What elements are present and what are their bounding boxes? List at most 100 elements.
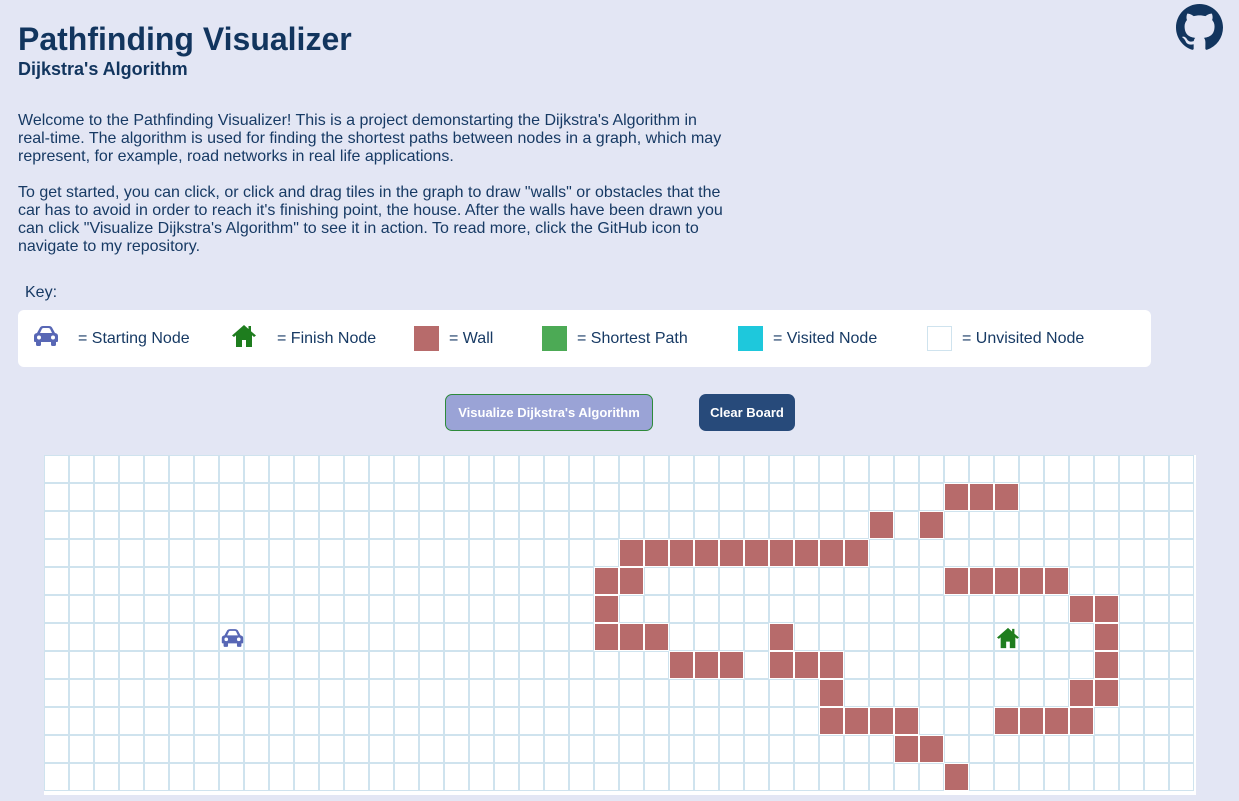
grid-cell[interactable] — [1169, 511, 1194, 539]
grid-cell[interactable] — [369, 539, 394, 567]
wall-cell[interactable] — [694, 651, 719, 679]
grid-cell[interactable] — [394, 651, 419, 679]
grid-cell[interactable] — [44, 595, 69, 623]
grid-cell[interactable] — [1119, 651, 1144, 679]
grid-cell[interactable] — [944, 455, 969, 483]
grid-cell[interactable] — [194, 679, 219, 707]
grid-cell[interactable] — [269, 595, 294, 623]
grid-cell[interactable] — [694, 763, 719, 791]
grid-cell[interactable] — [1019, 455, 1044, 483]
grid-cell[interactable] — [119, 595, 144, 623]
grid-cell[interactable] — [494, 567, 519, 595]
wall-cell[interactable] — [944, 763, 969, 791]
wall-cell[interactable] — [994, 483, 1019, 511]
grid-cell[interactable] — [1119, 483, 1144, 511]
grid-cell[interactable] — [1119, 707, 1144, 735]
grid-cell[interactable] — [1119, 623, 1144, 651]
grid-cell[interactable] — [719, 567, 744, 595]
wall-cell[interactable] — [869, 707, 894, 735]
grid-cell[interactable] — [1069, 483, 1094, 511]
wall-cell[interactable] — [819, 651, 844, 679]
grid-cell[interactable] — [1069, 511, 1094, 539]
grid-cell[interactable] — [894, 595, 919, 623]
grid-cell[interactable] — [719, 511, 744, 539]
grid-cell[interactable] — [569, 623, 594, 651]
grid-cell[interactable] — [394, 539, 419, 567]
grid-cell[interactable] — [1094, 763, 1119, 791]
grid-cell[interactable] — [1094, 735, 1119, 763]
grid-cell[interactable] — [269, 679, 294, 707]
grid-cell[interactable] — [119, 679, 144, 707]
house-icon[interactable] — [995, 624, 1020, 652]
grid-cell[interactable] — [244, 455, 269, 483]
grid-cell[interactable] — [544, 595, 569, 623]
grid-cell[interactable] — [94, 707, 119, 735]
wall-cell[interactable] — [794, 651, 819, 679]
grid-cell[interactable] — [519, 707, 544, 735]
grid-cell[interactable] — [1044, 595, 1069, 623]
grid-cell[interactable] — [444, 539, 469, 567]
grid-cell[interactable] — [294, 511, 319, 539]
grid-cell[interactable] — [694, 623, 719, 651]
grid-cell[interactable] — [769, 679, 794, 707]
grid-cell[interactable] — [294, 679, 319, 707]
wall-cell[interactable] — [669, 651, 694, 679]
grid-cell[interactable] — [744, 567, 769, 595]
grid-cell[interactable] — [419, 483, 444, 511]
grid-cell[interactable] — [219, 539, 244, 567]
grid-cell[interactable] — [44, 623, 69, 651]
grid-cell[interactable] — [694, 595, 719, 623]
grid-cell[interactable] — [1119, 455, 1144, 483]
grid-cell[interactable] — [794, 595, 819, 623]
grid-cell[interactable] — [244, 623, 269, 651]
grid-cell[interactable] — [194, 735, 219, 763]
grid-cell[interactable] — [1169, 763, 1194, 791]
grid-cell[interactable] — [444, 763, 469, 791]
grid-cell[interactable] — [1119, 567, 1144, 595]
grid-cell[interactable] — [119, 455, 144, 483]
grid-cell[interactable] — [269, 511, 294, 539]
grid-cell[interactable] — [969, 595, 994, 623]
wall-cell[interactable] — [944, 567, 969, 595]
grid-cell[interactable] — [294, 483, 319, 511]
grid-cell[interactable] — [394, 707, 419, 735]
grid-cell[interactable] — [569, 539, 594, 567]
grid-cell[interactable] — [269, 455, 294, 483]
grid-cell[interactable] — [919, 651, 944, 679]
grid-cell[interactable] — [819, 623, 844, 651]
grid-cell[interactable] — [644, 735, 669, 763]
grid-cell[interactable] — [169, 651, 194, 679]
grid-cell[interactable] — [44, 763, 69, 791]
grid-cell[interactable] — [719, 595, 744, 623]
grid-cell[interactable] — [819, 595, 844, 623]
grid-cell[interactable] — [1044, 539, 1069, 567]
grid-cell[interactable] — [1144, 679, 1169, 707]
wall-cell[interactable] — [969, 483, 994, 511]
grid-cell[interactable] — [244, 763, 269, 791]
grid-cell[interactable] — [1119, 595, 1144, 623]
wall-cell[interactable] — [819, 539, 844, 567]
grid-cell[interactable] — [344, 567, 369, 595]
grid-cell[interactable] — [444, 455, 469, 483]
grid-cell[interactable] — [94, 567, 119, 595]
grid-cell[interactable] — [219, 735, 244, 763]
grid-cell[interactable] — [544, 707, 569, 735]
grid-cell[interactable] — [294, 455, 319, 483]
grid-cell[interactable] — [669, 763, 694, 791]
grid-cell[interactable] — [119, 539, 144, 567]
grid-cell[interactable] — [969, 707, 994, 735]
grid-cell[interactable] — [119, 567, 144, 595]
grid-cell[interactable] — [494, 539, 519, 567]
grid-cell[interactable] — [1169, 455, 1194, 483]
grid-cell[interactable] — [94, 539, 119, 567]
grid-cell[interactable] — [69, 679, 94, 707]
grid-cell[interactable] — [444, 623, 469, 651]
grid-cell[interactable] — [669, 455, 694, 483]
wall-cell[interactable] — [944, 483, 969, 511]
grid-cell[interactable] — [394, 623, 419, 651]
grid-cell[interactable] — [819, 735, 844, 763]
grid-cell[interactable] — [94, 595, 119, 623]
grid-cell[interactable] — [1144, 651, 1169, 679]
wall-cell[interactable] — [1094, 623, 1119, 651]
grid-cell[interactable] — [369, 679, 394, 707]
